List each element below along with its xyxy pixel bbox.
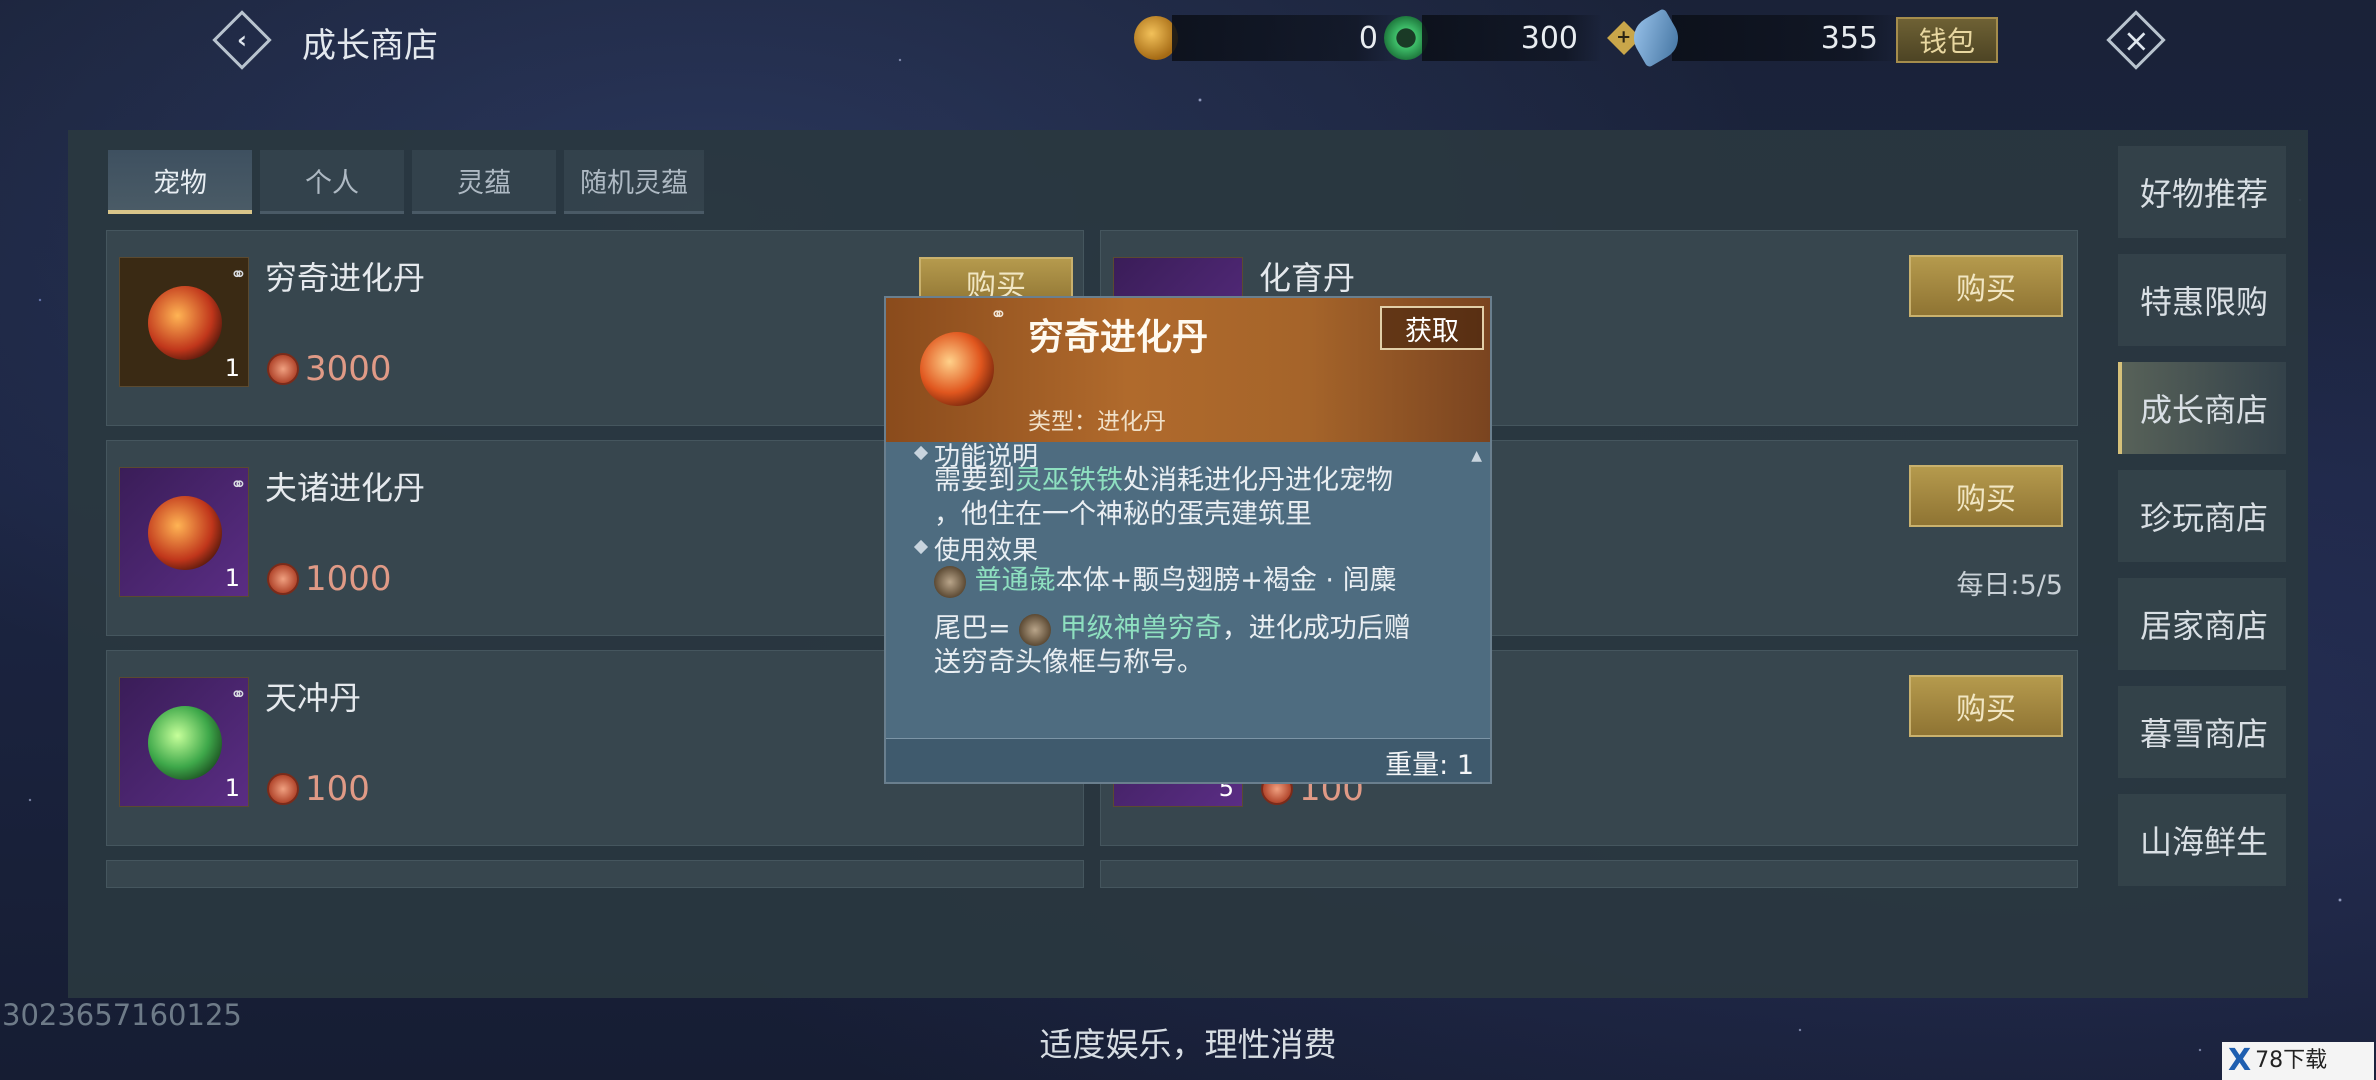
pet-avatar-icon xyxy=(934,565,966,598)
tab-random-lingyun[interactable]: 随机灵蕴 xyxy=(564,150,704,214)
wallet-button[interactable]: 钱包 xyxy=(1896,17,1998,63)
item-price: 3000 xyxy=(267,349,392,389)
watermark-logo: X xyxy=(2228,1043,2252,1078)
pet-avatar-icon xyxy=(1019,613,1052,646)
bullet-icon xyxy=(913,445,929,461)
tab-lingyun[interactable]: 灵蕴 xyxy=(412,150,556,214)
item-quantity: 1 xyxy=(224,354,240,382)
chevron-left-icon: ‹ xyxy=(237,25,247,54)
sidebar-item-shanhai-fresh[interactable]: 山海鲜生 xyxy=(2118,794,2286,886)
item-icon[interactable]: ⚭ 1 xyxy=(119,467,249,597)
buy-button[interactable]: 购买 xyxy=(1909,675,2063,737)
tooltip-footer: 重量: 1 xyxy=(886,738,1490,782)
item-price: 100 xyxy=(267,769,370,809)
item-card-partial xyxy=(106,860,1084,888)
tooltip-item-type: 类型：进化丹 xyxy=(1028,409,1166,435)
orange-pill-icon xyxy=(148,286,222,360)
tab-pet[interactable]: 宠物 xyxy=(108,150,252,214)
link-icon: ⚭ xyxy=(990,302,1007,326)
tooltip-body[interactable]: ▲ 功能说明 需要到灵巫铁铁处消耗进化丹进化宠物 ，他住在一个神秘的蛋壳建筑里 使… xyxy=(886,442,1490,782)
daily-limit: 每日:5/5 xyxy=(1956,570,2063,601)
green-pill-icon xyxy=(148,706,222,780)
link-icon: ⚭ xyxy=(230,262,247,286)
currency-value: 0 xyxy=(1172,15,1402,61)
effect-title: 使用效果 xyxy=(934,536,1039,566)
currency-jade: 300 + xyxy=(1384,12,1646,64)
page-title: 成长商店 xyxy=(302,26,438,66)
item-tooltip: ⚭ 穷奇进化丹 获取 类型：进化丹 ▲ 功能说明 需要到灵巫铁铁处消耗进化丹进化… xyxy=(884,296,1492,784)
coin-icon xyxy=(267,353,299,385)
item-icon[interactable]: ⚭ 1 xyxy=(119,257,249,387)
item-icon[interactable]: ⚭ 1 xyxy=(119,677,249,807)
tooltip-header: ⚭ 穷奇进化丹 获取 类型：进化丹 xyxy=(886,298,1490,442)
bullet-icon xyxy=(913,539,929,555)
close-button[interactable]: × xyxy=(2106,10,2166,70)
effect-text: 普通彘本体+颙鸟翅膀+褐金 · 闾麋 尾巴= 甲级神兽穷奇，进化成功后赠 送穷奇… xyxy=(934,565,1411,678)
currency-feather: 355 xyxy=(1625,7,1902,69)
item-name: 天冲丹 xyxy=(265,679,362,717)
price-value: 1000 xyxy=(305,559,392,599)
sidebar-item-muxue-shop[interactable]: 暮雪商店 xyxy=(2118,686,2286,778)
plus-icon: + xyxy=(1616,27,1632,48)
buy-button[interactable]: 购买 xyxy=(1909,465,2063,527)
item-quantity: 1 xyxy=(224,774,240,802)
moderation-notice: 适度娱乐，理性消费 xyxy=(1039,1025,1337,1064)
price-value: 100 xyxy=(305,769,370,809)
item-price: 1000 xyxy=(267,559,392,599)
link-icon: ⚭ xyxy=(230,682,247,706)
description-text: 需要到灵巫铁铁处消耗进化丹进化宠物 ，他住在一个神秘的蛋壳建筑里 xyxy=(934,465,1393,530)
tab-personal[interactable]: 个人 xyxy=(260,150,404,214)
currency-gourd: 0 xyxy=(1134,12,1402,64)
close-icon: × xyxy=(2122,21,2150,59)
get-button[interactable]: 获取 xyxy=(1380,306,1484,350)
sidebar-item-limited-deals[interactable]: 特惠限购 xyxy=(2118,254,2286,346)
item-quantity: 1 xyxy=(224,564,240,592)
orange-pill-icon xyxy=(920,332,994,406)
orange-pill-icon xyxy=(148,496,222,570)
sidebar-item-home-shop[interactable]: 居家商店 xyxy=(2118,578,2286,670)
back-button[interactable]: ‹ xyxy=(212,10,272,70)
scroll-up-icon: ▲ xyxy=(1471,448,1482,464)
sidebar-item-treasure-shop[interactable]: 珍玩商店 xyxy=(2118,470,2286,562)
link-icon: ⚭ xyxy=(230,472,247,496)
item-name: 夫诸进化丹 xyxy=(265,469,426,507)
npc-name: 灵巫铁铁 xyxy=(1015,465,1123,496)
item-name: 化育丹 xyxy=(1259,259,1356,297)
coin-icon xyxy=(267,773,299,805)
buy-button[interactable]: 购买 xyxy=(1909,255,2063,317)
tooltip-item-name: 穷奇进化丹 xyxy=(1028,317,1209,358)
item-weight: 重量: 1 xyxy=(1385,750,1474,781)
item-name: 穷奇进化丹 xyxy=(265,259,426,297)
top-bar: ‹ 成长商店 0 300 + 355 钱包 × xyxy=(0,0,2376,78)
sidebar-item-recommended[interactable]: 好物推荐 xyxy=(2118,146,2286,238)
coin-icon xyxy=(267,563,299,595)
currency-value: 300 xyxy=(1422,15,1602,61)
item-card-partial xyxy=(1100,860,2078,888)
currency-value: 355 xyxy=(1672,15,1902,61)
sidebar-item-growth-shop[interactable]: 成长商店 xyxy=(2118,362,2286,454)
price-value: 3000 xyxy=(305,349,392,389)
category-tabs: 宠物 个人 灵蕴 随机灵蕴 xyxy=(108,150,704,214)
watermark-text: 78下载 xyxy=(2255,1048,2328,1073)
site-watermark: X 78下载 xyxy=(2222,1042,2374,1080)
shop-sidebar: 好物推荐 特惠限购 成长商店 珍玩商店 居家商店 暮雪商店 山海鲜生 xyxy=(2118,146,2286,902)
